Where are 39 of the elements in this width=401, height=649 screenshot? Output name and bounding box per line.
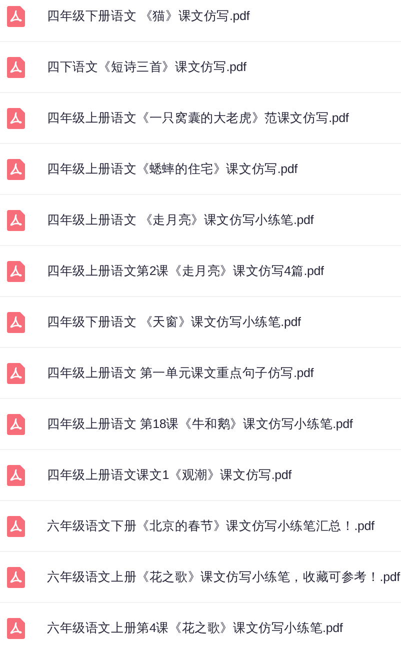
file-row[interactable]: 四年级上册语文《蟋蟀的住宅》课文仿写.pdf [0, 144, 401, 195]
file-name: 六年级语文下册《北京的春节》课文仿写小练笔汇总！.pdf [47, 518, 374, 535]
file-name: 四下语文《短诗三首》课文仿写.pdf [47, 58, 246, 76]
file-row[interactable]: 四年级上册语文 第一单元课文重点句子仿写.pdf [0, 348, 401, 399]
pdf-file-icon [7, 260, 25, 282]
pdf-file-icon [7, 108, 25, 128]
pdf-file-icon [7, 56, 25, 78]
file-name: 四年级上册语文《一只窝囊的大老虎》范课文仿写.pdf [47, 110, 349, 127]
file-name: 四年级上册语文第2课《走月亮》课文仿写4篇.pdf [47, 262, 324, 280]
pdf-file-icon [7, 158, 25, 180]
pdf-file-icon [7, 464, 25, 486]
file-name: 四年级上册语文 《走月亮》课文仿写小练笔.pdf [47, 212, 314, 229]
file-row[interactable]: 六年级语文下册《北京的春节》课文仿写小练笔汇总！.pdf [0, 501, 401, 552]
pdf-file-icon [7, 566, 25, 588]
file-name: 六年级语文上册《花之歌》课文仿写小练笔，收藏可参考！.pdf [47, 568, 400, 586]
pdf-file-icon [7, 210, 25, 230]
file-row[interactable]: 六年级语文上册《花之歌》课文仿写小练笔，收藏可参考！.pdf [0, 552, 401, 603]
pdf-file-icon [7, 618, 25, 638]
file-name: 四年级上册语文 第18课《牛和鹅》课文仿写小练笔.pdf [47, 416, 353, 433]
file-row[interactable]: 四年级上册语文《一只窝囊的大老虎》范课文仿写.pdf [0, 93, 401, 144]
file-row[interactable]: 四年级上册语文课文1《观潮》课文仿写.pdf [0, 450, 401, 501]
file-row[interactable]: 四年级上册语文 第18课《牛和鹅》课文仿写小练笔.pdf [0, 399, 401, 450]
file-row[interactable]: 四年级下册语文 《天窗》课文仿写小练笔.pdf [0, 297, 401, 348]
file-name: 四年级下册语文 《猫》课文仿写.pdf [47, 8, 250, 25]
pdf-file-icon [7, 312, 25, 332]
pdf-file-icon [7, 516, 25, 536]
file-row[interactable]: 六年级语文上册第4课《花之歌》课文仿写小练笔.pdf [0, 603, 401, 649]
file-row[interactable]: 四下语文《短诗三首》课文仿写.pdf [0, 42, 401, 93]
pdf-file-icon [7, 6, 25, 26]
file-name: 四年级上册语文《蟋蟀的住宅》课文仿写.pdf [47, 160, 298, 178]
file-row[interactable]: 四年级上册语文 《走月亮》课文仿写小练笔.pdf [0, 195, 401, 246]
file-name: 四年级上册语文课文1《观潮》课文仿写.pdf [47, 466, 292, 484]
pdf-file-icon [7, 362, 25, 384]
file-name: 四年级下册语文 《天窗》课文仿写小练笔.pdf [47, 314, 301, 331]
file-row[interactable]: 四年级下册语文 《猫》课文仿写.pdf [0, 0, 401, 42]
file-name: 六年级语文上册第4课《花之歌》课文仿写小练笔.pdf [47, 620, 343, 637]
file-name: 四年级上册语文 第一单元课文重点句子仿写.pdf [47, 364, 314, 382]
file-row[interactable]: 四年级上册语文第2课《走月亮》课文仿写4篇.pdf [0, 246, 401, 297]
pdf-file-icon [7, 414, 25, 434]
